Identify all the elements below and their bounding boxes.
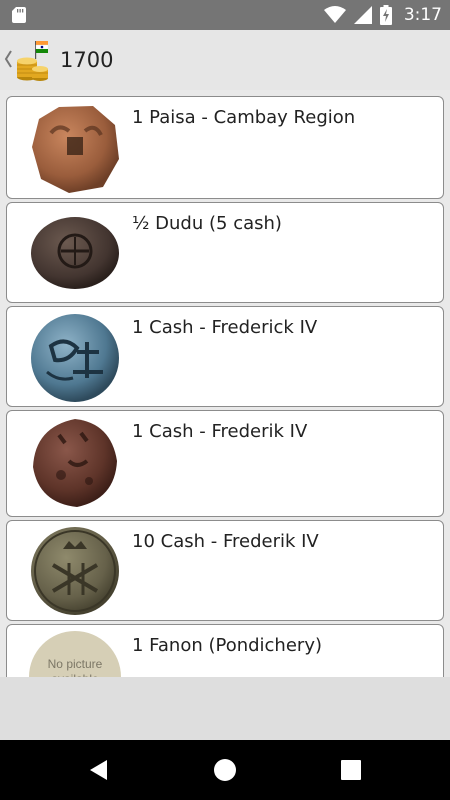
coin-image [31,217,119,289]
signal-icon [353,6,372,24]
coin-list-item[interactable]: 1 Cash - Frederik IV [6,410,444,517]
page-title: 1700 [60,48,114,72]
no-picture-placeholder: No picture available [29,631,121,677]
coin-list-item[interactable]: 1 Cash - Frederick IV [6,306,444,407]
coin-list-item[interactable]: 10 Cash - Frederik IV [6,520,444,621]
navigation-bar [0,740,450,800]
status-bar: 3:17 [0,0,450,30]
no-picture-label: No picture available [47,657,103,677]
coin-list-item[interactable]: ½ Dudu (5 cash) [6,202,444,303]
coin-image [33,419,117,507]
battery-icon [379,5,392,25]
coin-name: 1 Cash - Frederik IV [132,421,308,442]
back-triangle-icon[interactable] [88,758,112,782]
chevron-left-icon[interactable] [3,48,13,70]
coin-list[interactable]: 1 Paisa - Cambay Region ½ Dudu (5 cash) [0,90,450,677]
coin-image [31,527,119,615]
coin-name: 1 Fanon (Pondichery) [132,635,322,656]
coin-list-item[interactable]: No picture available 1 Fanon (Pondichery… [6,624,444,677]
recents-square-icon[interactable] [339,758,363,782]
coin-image [31,314,119,402]
coin-name: 1 Cash - Frederick IV [132,317,318,338]
bottom-area [0,677,450,740]
coin-list-item[interactable]: 1 Paisa - Cambay Region [6,96,444,199]
app-bar: 1700 [0,30,450,90]
coins-with-flag-icon [17,41,49,81]
status-time: 3:17 [403,5,442,25]
coin-name: ½ Dudu (5 cash) [132,213,282,234]
wifi-icon [323,6,346,23]
coin-name: 1 Paisa - Cambay Region [132,107,356,128]
coin-name: 10 Cash - Frederik IV [132,531,319,552]
sd-card-icon [12,7,26,23]
coin-image [32,106,119,193]
home-circle-icon[interactable] [213,758,237,782]
